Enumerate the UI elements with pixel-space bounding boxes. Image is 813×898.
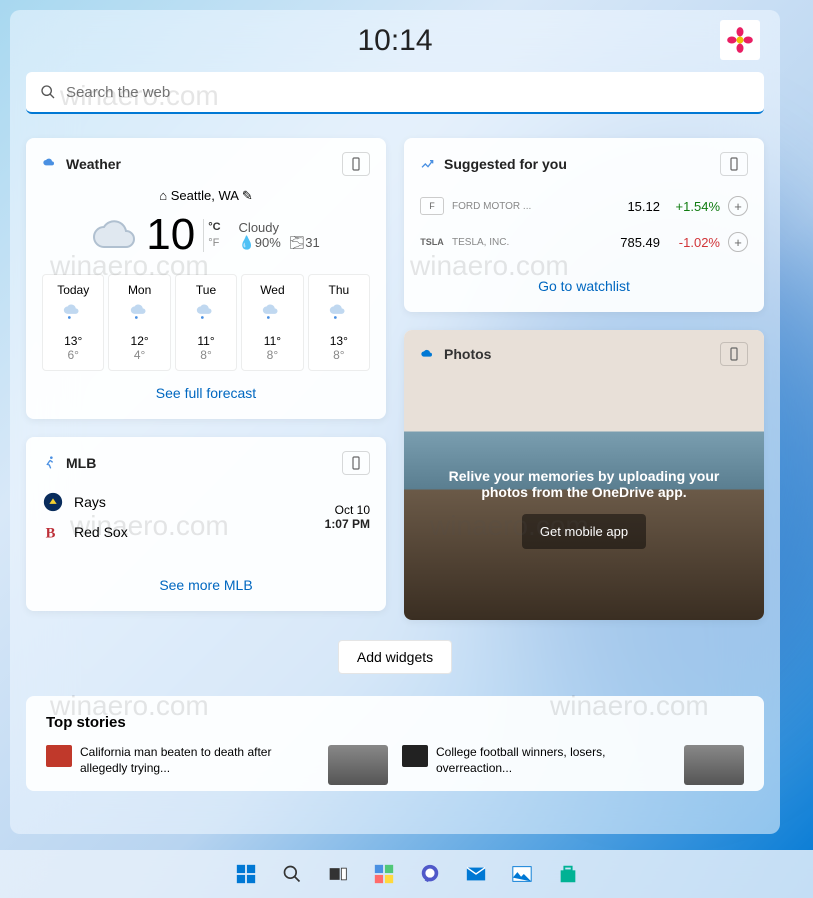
mlb-title: MLB xyxy=(66,455,96,471)
search-icon xyxy=(282,864,302,884)
add-stock-button[interactable]: + xyxy=(728,232,748,252)
team-row: Rays xyxy=(42,487,325,517)
game-time: 1:07 PM xyxy=(325,517,370,531)
search-bar[interactable] xyxy=(26,72,764,114)
card-options-icon xyxy=(729,347,739,361)
stocks-card: Suggested for you F FORD MOTOR ... 15.12… xyxy=(404,138,764,312)
see-forecast-link[interactable]: See full forecast xyxy=(42,385,370,401)
photos-message: Relive your memories by uploading your p… xyxy=(404,378,764,500)
stocks-menu[interactable] xyxy=(720,152,748,176)
onedrive-icon xyxy=(420,346,436,362)
user-avatar[interactable] xyxy=(720,20,760,60)
story-item[interactable]: California man beaten to death after all… xyxy=(46,745,314,785)
stock-row[interactable]: F FORD MOTOR ... 15.12 +1.54% + xyxy=(420,188,748,224)
stock-row[interactable]: TSLA TESLA, INC. 785.49 -1.02% + xyxy=(420,224,748,260)
forecast-day[interactable]: Mon12°4° xyxy=(108,274,170,371)
stock-change: -1.02% xyxy=(660,235,720,250)
rain-cloud-icon xyxy=(129,301,151,323)
photos-app-icon xyxy=(511,863,533,885)
rain-cloud-icon xyxy=(328,301,350,323)
stock-symbol: F xyxy=(420,197,444,215)
weather-menu[interactable] xyxy=(342,152,370,176)
mlb-menu[interactable] xyxy=(342,451,370,475)
chart-icon xyxy=(420,156,436,172)
mlb-card: MLB Rays B Red Sox xyxy=(26,437,386,611)
photos-menu[interactable] xyxy=(720,342,748,366)
store-icon xyxy=(557,863,579,885)
widgets-button[interactable] xyxy=(364,854,404,894)
card-options-icon xyxy=(729,157,739,171)
rain-cloud-icon xyxy=(62,301,84,323)
redsox-logo-icon: B xyxy=(42,521,64,543)
forecast-day[interactable]: Tue11°8° xyxy=(175,274,237,371)
rays-logo-icon xyxy=(42,491,64,513)
clock: 10:14 xyxy=(357,24,432,57)
search-icon xyxy=(40,84,56,100)
search-input[interactable] xyxy=(66,84,750,101)
chat-button[interactable] xyxy=(410,854,450,894)
taskbar-search[interactable] xyxy=(272,854,312,894)
watchlist-link[interactable]: Go to watchlist xyxy=(420,278,748,294)
widgets-icon xyxy=(373,863,395,885)
weather-condition: Cloudy xyxy=(239,220,320,235)
task-view[interactable] xyxy=(318,854,358,894)
stock-price: 785.49 xyxy=(605,235,660,250)
photos-title: Photos xyxy=(444,346,491,362)
game-date: Oct 10 xyxy=(325,503,370,517)
card-options-icon xyxy=(351,456,361,470)
forecast-row: Today13°6° Mon12°4° Tue11°8° Wed11°8° Th… xyxy=(42,274,370,371)
rain-cloud-icon xyxy=(261,301,283,323)
stock-symbol: TSLA xyxy=(420,233,444,251)
edit-icon[interactable]: ✎ xyxy=(242,188,253,203)
story-item[interactable]: College football winners, losers, overre… xyxy=(402,745,670,785)
stock-price: 15.12 xyxy=(605,199,660,214)
stock-change: +1.54% xyxy=(660,199,720,214)
weather-temp: 10 xyxy=(146,210,195,260)
card-options-icon xyxy=(351,157,361,171)
home-icon: ⌂ xyxy=(159,188,167,203)
photos-card: Photos Relive your memories by uploading… xyxy=(404,330,764,620)
unit-celsius[interactable]: °C xyxy=(208,219,220,236)
stocks-title: Suggested for you xyxy=(444,156,567,172)
taskbar xyxy=(0,850,813,898)
mail-icon xyxy=(465,863,487,885)
team-row: B Red Sox xyxy=(42,517,325,547)
forecast-day[interactable]: Wed11°8° xyxy=(241,274,303,371)
see-more-mlb-link[interactable]: See more MLB xyxy=(42,577,370,593)
start-button[interactable] xyxy=(226,854,266,894)
photos-button[interactable] xyxy=(502,854,542,894)
weather-title: Weather xyxy=(66,156,121,172)
svg-text:B: B xyxy=(46,526,56,542)
cloud-icon xyxy=(92,211,140,259)
running-icon xyxy=(42,455,58,471)
top-stories-card: Top stories California man beaten to dea… xyxy=(26,696,764,791)
weather-icon xyxy=(42,156,58,172)
windows-icon xyxy=(235,863,257,885)
chat-icon xyxy=(419,863,441,885)
story-thumbnail xyxy=(328,745,388,785)
weather-location[interactable]: ⌂ Seattle, WA ✎ xyxy=(42,188,370,204)
widgets-panel: 10:14 Weather ⌂ xyxy=(10,10,780,834)
story-thumbnail xyxy=(684,745,744,785)
weather-humidity: 90% xyxy=(255,235,281,250)
add-stock-button[interactable]: + xyxy=(728,196,748,216)
unit-fahrenheit[interactable]: °F xyxy=(208,235,220,252)
weather-card: Weather ⌂ Seattle, WA ✎ 10 °C °F xyxy=(26,138,386,419)
forecast-day[interactable]: Thu13°8° xyxy=(308,274,370,371)
rain-cloud-icon xyxy=(195,301,217,323)
store-button[interactable] xyxy=(548,854,588,894)
get-mobile-app-button[interactable]: Get mobile app xyxy=(522,514,646,549)
add-widgets-button[interactable]: Add widgets xyxy=(338,640,452,674)
mail-button[interactable] xyxy=(456,854,496,894)
top-stories-title: Top stories xyxy=(46,714,744,731)
weather-extra: 31 xyxy=(305,235,319,250)
news-source-icon xyxy=(402,745,428,767)
forecast-day[interactable]: Today13°6° xyxy=(42,274,104,371)
news-source-icon xyxy=(46,745,72,767)
flower-icon xyxy=(726,26,754,54)
task-view-icon xyxy=(328,864,348,884)
